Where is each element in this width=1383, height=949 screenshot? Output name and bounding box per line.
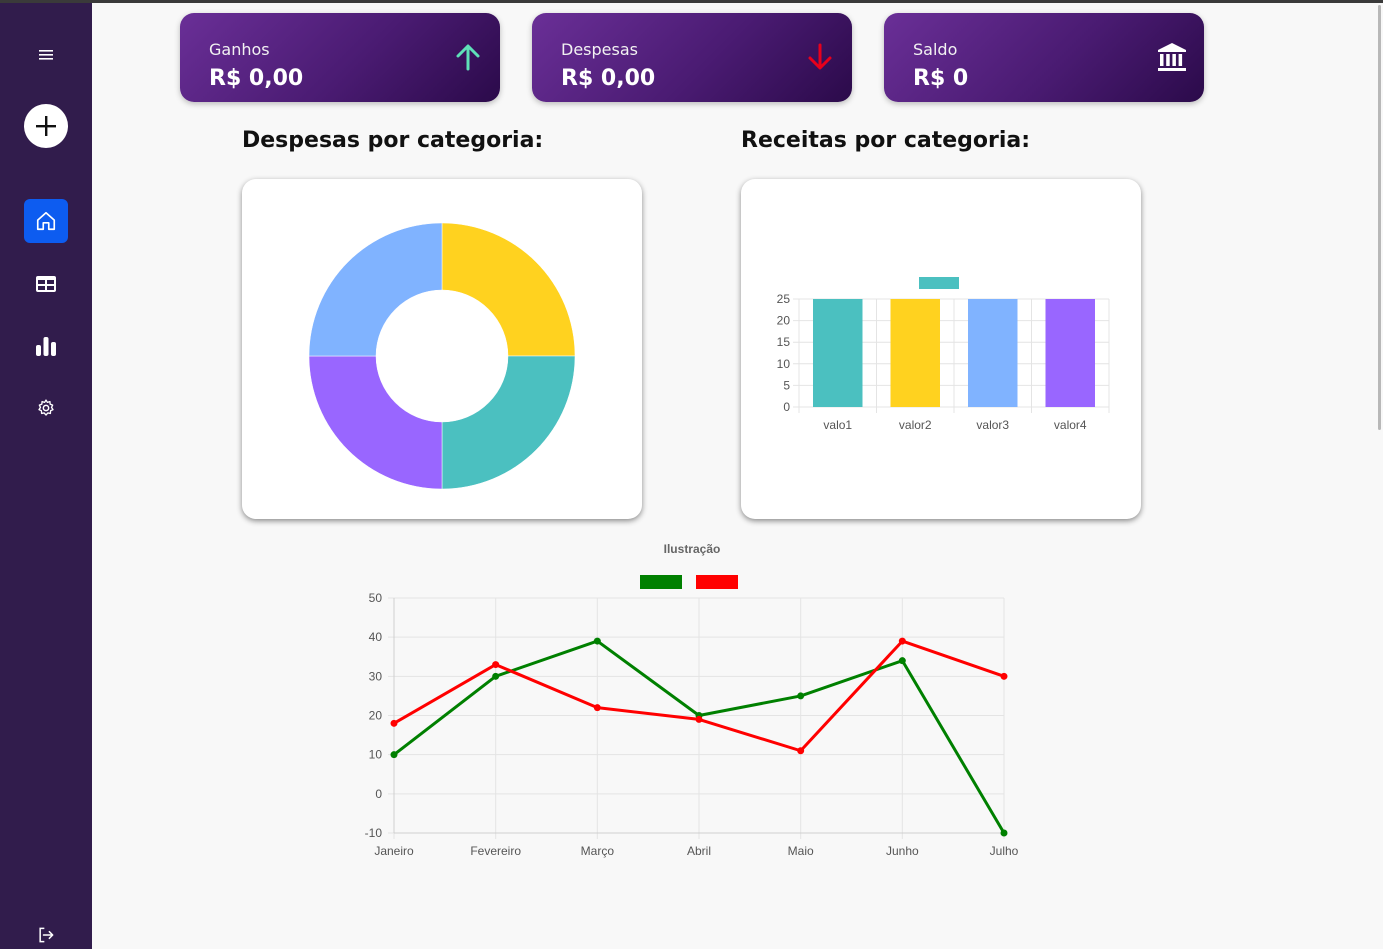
home-icon [36,211,56,231]
expenses-card-title: Despesas [561,40,638,59]
sidebar [0,3,92,949]
x-tick-label: valor2 [899,418,932,432]
data-point [593,637,601,645]
income-by-category-title: Receitas por categoria: [741,128,1031,153]
x-tick-label: Julho [990,844,1019,858]
y-tick-label: 0 [375,787,382,801]
bar [1045,299,1095,407]
bar [813,299,863,407]
y-tick-label: 10 [777,357,791,371]
hamburger-menu-icon [39,50,53,60]
arrow-up-icon [456,44,480,71]
x-tick-label: Junho [886,844,919,858]
data-point [1000,829,1008,837]
y-tick-label: -10 [365,826,383,840]
gear-icon [38,399,54,416]
bank-icon [1158,43,1186,71]
doughnut-slice [441,222,576,357]
income-card-title: Ganhos [209,40,270,59]
data-point [492,661,500,669]
plus-icon [36,116,56,136]
bar-chart-icon [36,337,56,356]
scrollbar[interactable] [1378,5,1381,430]
x-tick-label: valor4 [1054,418,1087,432]
bar [890,299,940,407]
legend-swatch [696,575,738,589]
x-tick-label: Janeiro [374,844,414,858]
balance-card-title: Saldo [913,40,958,59]
legend-swatch [919,277,959,289]
logout-icon [39,927,54,943]
x-tick-label: valo1 [823,418,852,432]
sidebar-item-table[interactable] [24,262,68,306]
data-point [797,747,805,755]
x-tick-label: valor3 [976,418,1009,432]
bar-chart: 0 5 10 15 20 25 valo1 valor2 valor3 valor4 [777,277,1110,432]
data-point [898,657,906,665]
y-tick-label: 25 [777,292,791,306]
y-tick-label: 30 [369,669,383,683]
x-tick-label: Fevereiro [470,844,521,858]
table-icon [36,276,56,292]
y-tick-label: 20 [369,709,383,723]
balance-card-value: R$ 0 [913,66,969,91]
x-tick-label: Abril [687,844,711,858]
doughnut-slice [308,222,443,357]
arrow-down-icon [808,43,832,70]
sidebar-item-home[interactable] [24,199,68,243]
legend-swatch [640,575,682,589]
data-point [1000,672,1008,680]
income-chart-panel: 0 5 10 15 20 25 valo1 valor2 valor3 valor4 [741,179,1141,519]
y-tick-label: 50 [369,591,383,605]
data-point [390,751,398,759]
sidebar-item-charts[interactable] [24,324,68,368]
menu-button[interactable] [24,33,68,77]
data-point [797,692,805,700]
y-tick-label: 5 [783,378,790,392]
x-tick-label: Março [581,844,615,858]
doughnut-chart [308,222,576,490]
income-card: Ganhos R$ 0,00 [180,13,500,102]
logout-button[interactable] [24,913,68,949]
data-point [593,704,601,712]
data-point [390,719,398,727]
data-point [695,715,703,723]
x-tick-label: Maio [788,844,814,858]
y-tick-label: 15 [777,335,791,349]
expenses-chart-panel [242,179,642,519]
y-tick-label: 20 [777,314,791,328]
doughnut-slice [308,355,443,490]
y-tick-label: 10 [369,748,383,762]
data-point [492,672,500,680]
line-chart: Ilustração -10 0 10 20 30 40 50 Janeiro Fevereiro… [365,542,1019,858]
y-tick-label: 0 [783,400,790,414]
expenses-card: Despesas R$ 0,00 [532,13,852,102]
expenses-by-category-title: Despesas por categoria: [242,128,544,153]
y-tick-label: 40 [369,630,383,644]
add-transaction-button[interactable] [24,104,68,148]
expenses-card-value: R$ 0,00 [561,66,656,91]
sidebar-item-settings[interactable] [24,386,68,430]
chart-title: Ilustração [664,542,721,556]
balance-card: Saldo R$ 0 [884,13,1204,102]
data-point [898,637,906,645]
income-card-value: R$ 0,00 [209,66,304,91]
doughnut-slice [441,355,576,490]
bar [968,299,1018,407]
